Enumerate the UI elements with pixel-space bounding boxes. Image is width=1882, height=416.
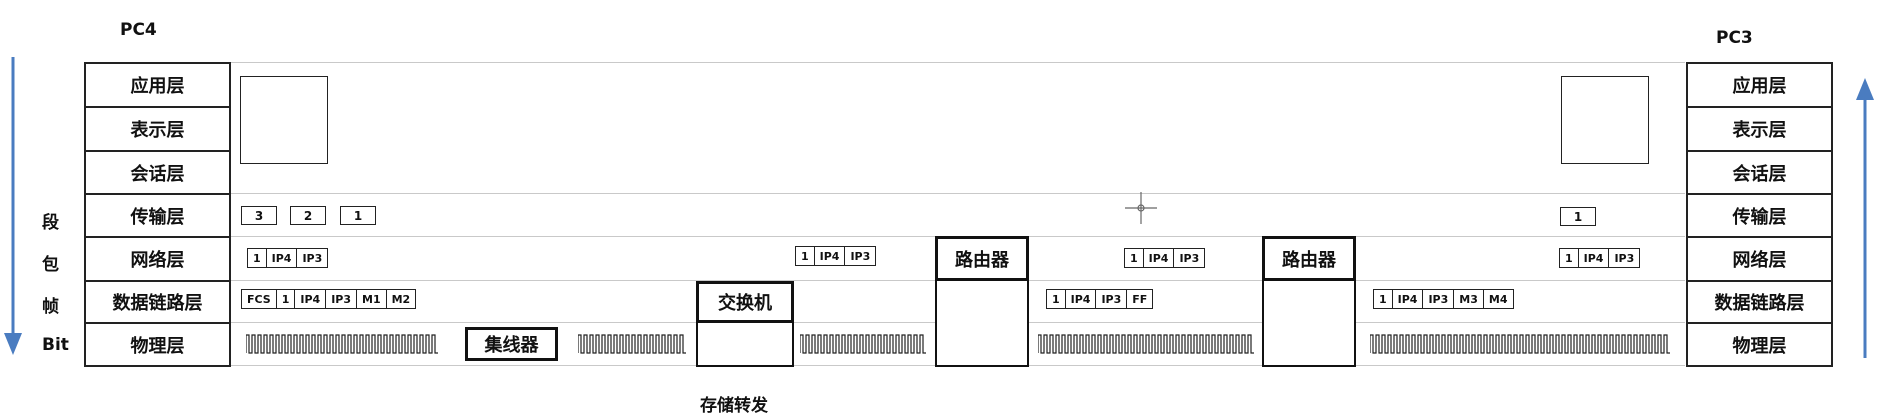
host-right-title: PC3 [1716,28,1753,48]
right-layer-datalink: 数据链路层 [1688,282,1831,324]
packet-field: IP3 [850,249,871,263]
packet-field: 1 [248,249,267,267]
router-2-lower-box [1262,279,1356,367]
app-data-right [1561,76,1649,164]
left-layer-session: 会话层 [86,152,229,195]
hub-device: 集线器 [465,327,558,361]
frame-field: IP4 [1393,290,1424,308]
segment-2: 2 [290,206,326,225]
segment-3: 3 [241,206,277,225]
frame-field: M3 [1454,290,1484,308]
frame-field: IP4 [295,290,327,308]
left-layer-physical: 物理层 [130,335,185,357]
app-data-left [240,76,328,164]
packet-right: 1 IP4 IP3 [1559,248,1641,268]
left-layer-transport: 传输层 [86,195,229,238]
packet-field: IP3 [1614,251,1635,265]
frame-field: M1 [357,290,387,308]
frame-field: IP4 [1066,290,1097,308]
packet-field: 1 [1560,249,1579,267]
packet-field: IP4 [267,249,298,267]
packet-field: IP4 [815,247,846,265]
right-layer-session: 会话层 [1688,152,1831,195]
pdu-label-packet: 包 [42,255,59,275]
pdu-label-bit: Bit [42,335,69,355]
pdu-label-segment: 段 [42,213,59,233]
up-arrow-icon [1856,78,1874,358]
router-1-lower-box [935,279,1029,367]
switch-device: 交换机 [696,281,794,323]
right-layer-application: 应用层 [1688,64,1831,108]
bit-signal-wave [1370,334,1670,354]
frame-field: IP3 [1096,290,1128,308]
store-and-forward-caption: 存储转发 [700,396,768,416]
row-line [230,193,1685,194]
bit-signal-wave [800,334,926,354]
bit-signal-wave [1038,334,1254,354]
down-arrow-icon [4,57,22,355]
frame-field: FCS [242,290,277,308]
packet-field: 1 [1125,249,1144,267]
pdu-label-frame: 帧 [42,297,59,317]
frame-left: FCS 1 IP4 IP3 M1 M2 [241,289,417,309]
segment-right-1: 1 [1560,207,1596,226]
right-layer-network: 网络层 [1688,238,1831,282]
bit-signal-wave [246,334,438,354]
segment-1: 1 [340,206,376,225]
left-layer-application: 应用层 [86,64,229,108]
host-left-title: PC4 [120,20,157,40]
frame-field: IP3 [326,290,357,308]
frame-field: M2 [391,292,411,306]
switch-physical-box [696,321,794,367]
packet-field: IP4 [1579,249,1610,267]
left-layer-stack: 应用层 表示层 会话层 传输层 网络层 数据链路层 物理层 [84,62,231,367]
packet-between-routers: 1 IP4 IP3 [1124,248,1206,268]
frame-field: 1 [1374,290,1393,308]
left-layer-presentation: 表示层 [86,108,229,152]
right-layer-presentation: 表示层 [1688,108,1831,152]
frame-right: 1 IP4 IP3 M3 M4 [1373,289,1514,309]
left-layer-network: 网络层 [86,238,229,282]
packet-field: 1 [796,247,815,265]
frame-field: IP3 [1423,290,1455,308]
router-2-device: 路由器 [1262,236,1356,281]
right-layer-physical: 物理层 [1732,335,1787,357]
packet-field: IP3 [1179,251,1200,265]
packet-left: 1 IP4 IP3 [247,248,329,268]
frame-field: FF [1132,292,1148,306]
frame-mid: 1 IP4 IP3 FF [1046,289,1154,309]
packet-field: IP3 [302,251,323,265]
frame-field: M4 [1488,292,1508,306]
row-line [230,62,1685,63]
right-layer-transport: 传输层 [1688,195,1831,238]
frame-field: 1 [1047,290,1066,308]
packet-switch-area: 1 IP4 IP3 [795,246,877,266]
crosshair-cursor-icon [1125,192,1157,224]
left-layer-datalink: 数据链路层 [86,282,229,324]
right-layer-stack: 应用层 表示层 会话层 传输层 网络层 数据链路层 物理层 [1686,62,1833,367]
router-1-device: 路由器 [935,236,1029,281]
bit-signal-wave [578,334,686,354]
packet-field: IP4 [1144,249,1175,267]
frame-field: 1 [277,290,296,308]
